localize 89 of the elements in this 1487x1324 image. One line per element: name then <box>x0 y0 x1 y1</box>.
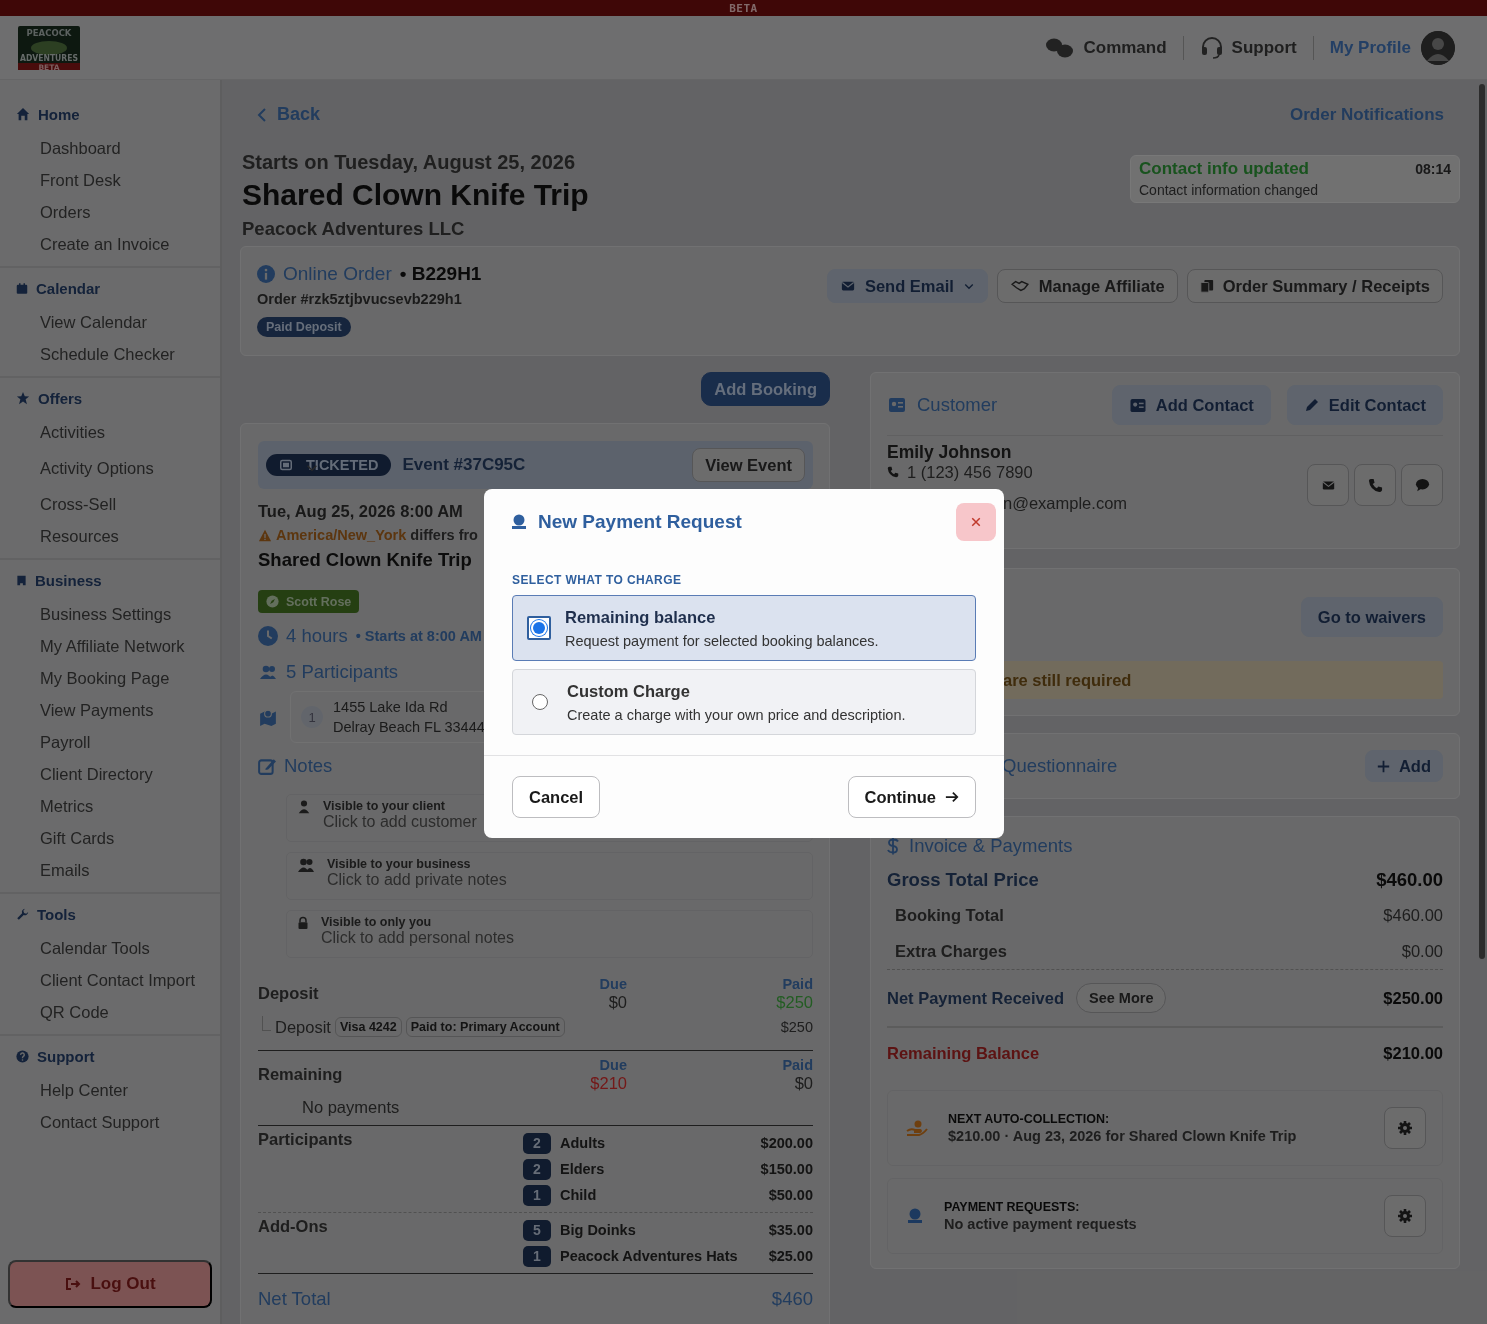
empty-payments: No payments <box>302 1097 401 1117</box>
group-label: Add-Ons <box>258 1217 329 1237</box>
note-visibility: Visible to only you <box>321 915 433 929</box>
notes-heading: Notes <box>284 755 333 777</box>
start-time: • Starts at 8:00 AM <box>355 628 482 644</box>
remaining-balance-value: $210.00 <box>1383 1043 1443 1063</box>
guide-badge: Scott Rose <box>258 590 360 613</box>
duration: 4 hours <box>286 625 348 647</box>
panel-text: No active payment requests <box>944 1216 1138 1232</box>
breakdown-value: $460.00 <box>1383 905 1443 925</box>
item-name: Elders <box>560 1161 605 1177</box>
payment-received-value: $250.00 <box>1383 988 1443 1008</box>
payment-label: Remaining <box>258 1064 344 1085</box>
gross-total-label: Gross Total Price <box>887 869 1039 891</box>
item-name: Adults <box>560 1135 606 1151</box>
booking-datetime: Tue, Aug 25, 2026 8:00 AM <box>258 501 463 521</box>
panel-text: $210.00 · Aug 23, 2026 for Shared Clown Knife Trip <box>948 1128 1298 1144</box>
remaining-balance-label: Remaining Balance <box>887 1043 1040 1063</box>
note-visibility: Visible to your business <box>327 857 472 871</box>
gross-total-value: $460.00 <box>1376 869 1443 891</box>
item-name: Child <box>560 1187 597 1203</box>
paid-amount: $0 <box>793 1074 813 1093</box>
address-line: 1455 Lake Ida Rd <box>333 698 449 717</box>
option-description: Request payment for selected booking balances. <box>565 632 879 649</box>
order-code: • B229H1 <box>399 263 482 285</box>
option-title: Custom Charge <box>567 681 691 701</box>
status-badge: Paid Deposit <box>257 317 351 337</box>
customer-heading: Customer <box>917 394 998 416</box>
column-label: Due <box>598 1057 627 1074</box>
quantity-badge: 1 <box>523 1245 551 1267</box>
questionnaire-heading: Questionnaire <box>1001 755 1118 777</box>
note-prompt: Click to add customer <box>323 813 477 831</box>
notification-title: Contact info updated <box>1139 159 1309 179</box>
company-name: Peacock Adventures LLC <box>242 218 466 240</box>
note-visibility: Visible to your client <box>323 799 447 813</box>
note-prompt: Click to add private notes <box>327 871 507 889</box>
due-amount: $0 <box>607 993 627 1012</box>
quantity-badge: 1 <box>523 1184 551 1206</box>
logo-text: ADVENTURES <box>20 53 80 63</box>
section-label: SELECT WHAT TO CHARGE <box>512 573 683 587</box>
net-total-label: Net Total <box>258 1288 331 1310</box>
note-prompt: Click to add personal notes <box>321 929 514 947</box>
breakdown-value: $0.00 <box>1401 941 1443 961</box>
paid-amount: $250 <box>775 993 813 1012</box>
item-price: $35.00 <box>768 1222 813 1238</box>
panel-title: NEXT AUTO-COLLECTION: <box>948 1112 1111 1126</box>
dialog-title: New Payment Request <box>538 511 742 533</box>
item-name: Peacock Adventures Hats <box>560 1248 738 1264</box>
item-name: Big Doinks <box>560 1222 636 1238</box>
order-source: Online Order <box>283 263 392 285</box>
item-price: $50.00 <box>768 1187 813 1203</box>
due-amount: $210 <box>589 1074 627 1093</box>
timezone-name: America/New_York <box>276 526 407 544</box>
item-price: $200.00 <box>760 1135 813 1151</box>
item-price: $25.00 <box>768 1248 813 1264</box>
quantity-badge: 2 <box>523 1132 551 1154</box>
group-label: Participants <box>258 1130 354 1150</box>
option-title: Remaining balance <box>565 607 717 627</box>
breakdown-label: Extra Charges <box>895 941 1007 961</box>
breakdown-label: Booking Total <box>895 905 1004 925</box>
ticketed-badge: TICKETED <box>266 454 391 476</box>
item-price: $150.00 <box>760 1161 813 1177</box>
page-title: Shared Clown Knife Trip <box>242 178 589 212</box>
timezone-note: differs fro <box>410 526 478 544</box>
logo-text: PEACOCK <box>26 27 72 38</box>
booking-title: Shared Clown Knife Trip <box>258 549 472 571</box>
card-tag: Visa 4242 <box>334 1017 402 1037</box>
net-total-value: $460 <box>771 1288 813 1310</box>
invoice-heading: Invoice & Payments <box>909 835 1073 857</box>
start-date: Starts on Tuesday, August 25, 2026 <box>242 151 577 174</box>
payment-entry: Deposit <box>275 1017 331 1037</box>
entry-amount: $250 <box>780 1019 813 1035</box>
customer-name: Emily Johnson <box>887 442 1013 462</box>
event-id: Event #37C95C <box>402 455 526 475</box>
notification-time: 08:14 <box>1415 161 1451 177</box>
column-label: Paid <box>781 1057 813 1074</box>
quantity-badge: 2 <box>523 1158 551 1180</box>
order-number: Order #rzk5ztjbvucsevb229h1 <box>257 291 463 307</box>
payment-received-label: Net Payment Received <box>887 988 1064 1008</box>
account-tag: Paid to: Primary Account <box>405 1017 565 1037</box>
option-description: Create a charge with your own price and description. <box>567 706 906 723</box>
column-label: Paid <box>781 976 813 993</box>
payment-label: Deposit <box>258 983 320 1004</box>
quantity-badge: 5 <box>523 1219 551 1241</box>
notification-text: Contact information changed <box>1139 182 1319 198</box>
panel-title: PAYMENT REQUESTS: <box>944 1200 1081 1214</box>
address-line: Delray Beach FL 33444 <box>333 718 485 737</box>
column-label: Due <box>598 976 627 993</box>
beta-label: BETA <box>729 1 758 15</box>
